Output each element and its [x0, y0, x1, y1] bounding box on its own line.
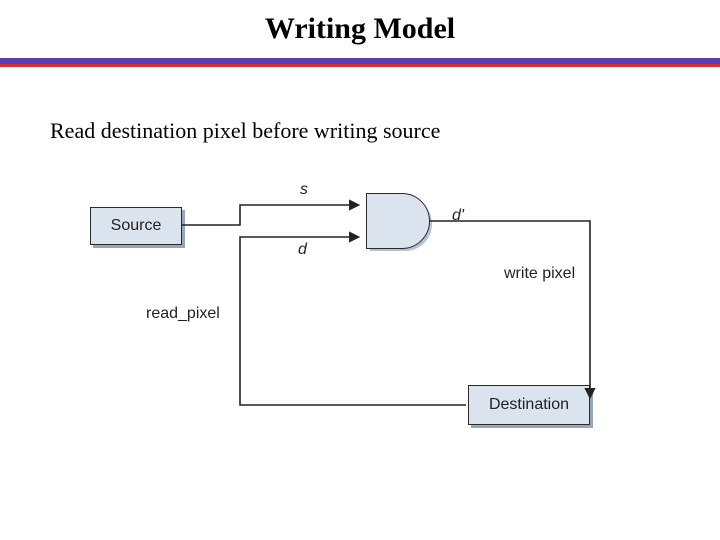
signal-dprime-label: d' [452, 207, 464, 225]
divider-red [0, 64, 720, 67]
signal-s-label: s [300, 181, 308, 199]
writing-model-diagram: Source Destination s d d' read [90, 185, 650, 445]
signal-d-label: d [298, 241, 307, 259]
write-pixel-label: write pixel [504, 265, 575, 283]
page-title: Writing Model [0, 12, 720, 46]
slide: Writing Model Read destination pixel bef… [0, 0, 720, 540]
read-pixel-label: read_pixel [146, 305, 220, 323]
subtitle-text: Read destination pixel before writing so… [50, 118, 440, 144]
